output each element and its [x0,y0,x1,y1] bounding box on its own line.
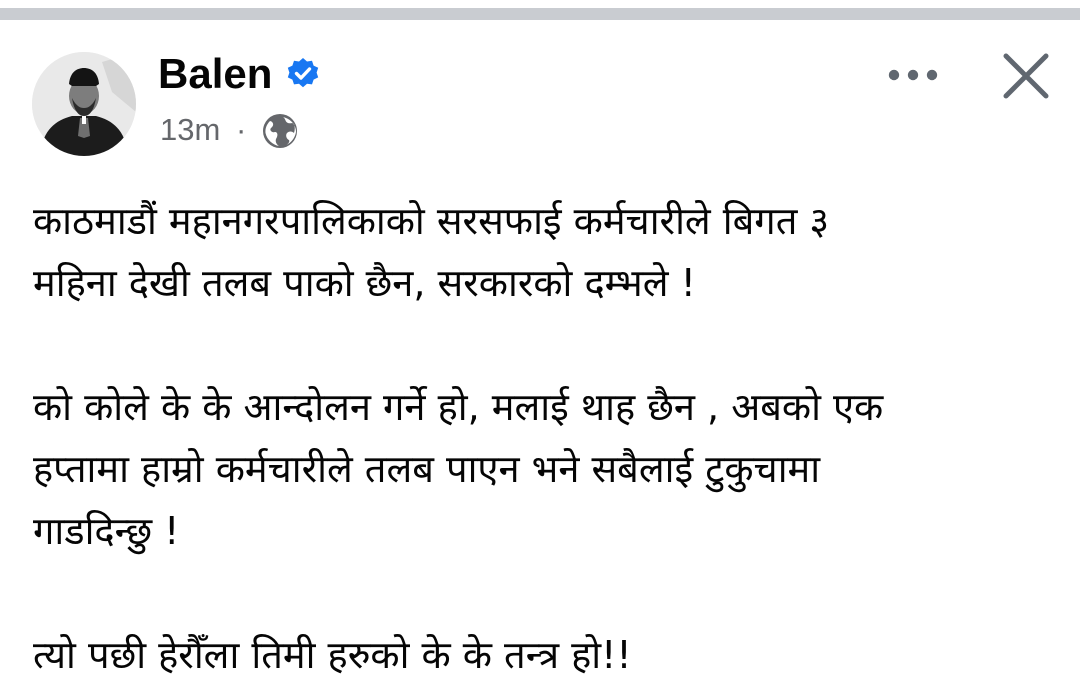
top-divider [0,8,1080,20]
author-name[interactable]: Balen [158,46,272,102]
post-timestamp[interactable]: 13m [160,110,220,150]
post-text-line: महिना देखी तलब पाको छैन, सरकारको दम्भले … [33,261,696,305]
post-text-line: को कोले के के आन्दोलन गर्ने हो, मलाई थाह… [33,385,884,429]
meta-separator: · [236,112,247,147]
close-icon[interactable] [998,48,1054,104]
verified-badge-icon [287,58,319,88]
post-paragraph: को कोले के के आन्दोलन गर्ने हो, मलाई थाह… [33,376,1043,562]
post-body: काठमाडौं महानगरपालिकाको सरसफाई कर्मचारील… [33,190,1043,686]
more-options-icon[interactable] [878,53,948,97]
facebook-post: Balen 13m · काठमाडौं महानगरपालिकाको सरसफ… [0,20,1080,700]
post-text-line: काठमाडौं महानगरपालिकाको सरसफाई कर्मचारील… [33,199,830,243]
avatar[interactable] [32,52,136,156]
post-text-line: त्यो पछी हेरौँला तिमी हरुको के के तन्त्र… [33,633,632,677]
post-paragraph: काठमाडौं महानगरपालिकाको सरसफाई कर्मचारील… [33,190,1043,314]
globe-icon[interactable] [261,112,299,150]
post-text-line: गाडदिन्छु ! [33,509,180,553]
post-paragraph: त्यो पछी हेरौँला तिमी हरुको के के तन्त्र… [33,624,1043,686]
profile-photo [32,52,136,156]
post-text-line: हप्तामा हाम्रो कर्मचारीले तलब पाएन भने स… [33,447,821,491]
